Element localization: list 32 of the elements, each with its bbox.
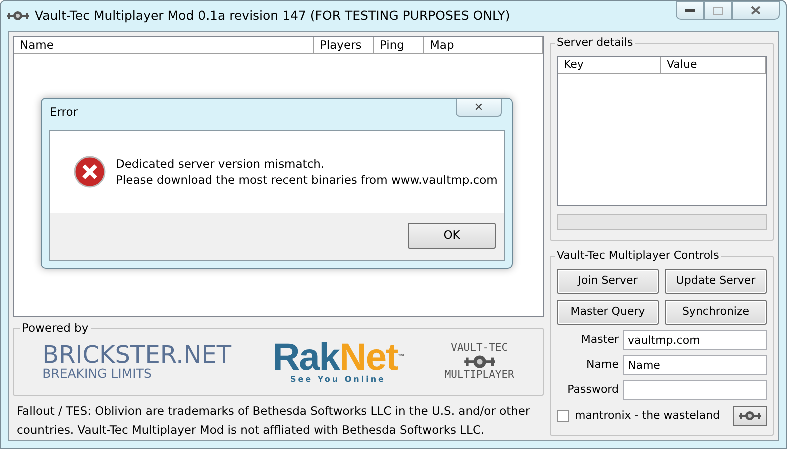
gear-icon: [739, 411, 761, 421]
action-button[interactable]: Master Query: [557, 300, 659, 325]
checkbox[interactable]: [557, 410, 569, 422]
error-message: Dedicated server version mismatch. Please download the most recent binaries from www.vaultmp.com: [116, 156, 498, 188]
minimize-icon: [685, 8, 695, 12]
error-icon: [74, 156, 106, 188]
vault-tec-logo: VAULT-TEC MULTIPLAYER: [444, 342, 514, 382]
text-field[interactable]: vaultmp.com: [623, 330, 767, 350]
action-button[interactable]: Update Server: [665, 269, 767, 294]
minimize-button[interactable]: [676, 1, 704, 20]
text-field[interactable]: [623, 380, 767, 400]
ok-button[interactable]: OK: [408, 223, 496, 249]
action-button[interactable]: Join Server: [557, 269, 659, 294]
group-title: Vault-Tec Multiplayer Controls: [556, 249, 720, 263]
dialog-title: Error: [50, 104, 78, 122]
window-title: Vault-Tec Multiplayer Mod 0.1a revision 147 (FOR TESTING PURPOSES ONLY): [35, 6, 510, 25]
close-button[interactable]: ✕: [456, 99, 502, 117]
checkbox-label: mantronix - the wasteland: [575, 408, 720, 424]
field-label: Master: [581, 332, 619, 348]
brickster-logo: BRICKSTER.NET BREAKING LIMITS: [42, 343, 232, 381]
action-button[interactable]: Synchronize: [665, 300, 767, 325]
field-label: Password: [568, 382, 619, 398]
maximize-icon: [713, 6, 723, 14]
close-button[interactable]: [732, 1, 780, 20]
gear-button[interactable]: [733, 406, 767, 426]
field-label: Name: [586, 356, 619, 373]
trademark-notice: Fallout / TES: Oblivion are trademarks of Bethesda Softworks LLC in the U.S. and/or other countries. Vault-Tec Multiplayer Mod is not affliated with Bethesda Softworks LLC.: [16, 403, 532, 439]
group-title: Powered by: [21, 321, 90, 335]
text-field[interactable]: Name: [623, 355, 767, 375]
close-icon: [751, 6, 761, 15]
group-title: Server details: [556, 36, 634, 50]
app-icon: [7, 11, 29, 21]
